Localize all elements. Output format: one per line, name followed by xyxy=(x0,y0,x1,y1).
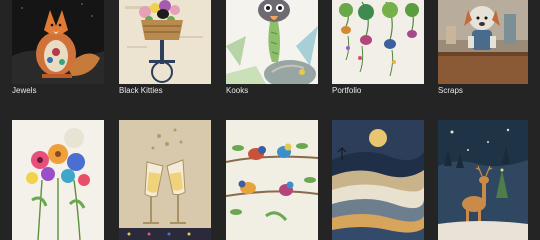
collection-card-portfolio[interactable]: Portfolio xyxy=(332,0,424,96)
collection-title[interactable]: Kooks xyxy=(226,86,248,96)
collection-card-jewels[interactable]: Jewels xyxy=(12,0,104,96)
bicycle-basket-artwork-thumbnail[interactable] xyxy=(119,0,211,84)
collection-card-kooks[interactable]: Kooks xyxy=(226,0,318,96)
collection-card-row2-1[interactable] xyxy=(12,120,104,240)
dog-figure-artwork-thumbnail[interactable] xyxy=(438,0,528,84)
ostrich-artwork-thumbnail[interactable] xyxy=(226,0,318,84)
collection-title[interactable]: Black Kitties xyxy=(119,86,163,96)
birds-on-branches-artwork-thumbnail[interactable] xyxy=(226,120,318,240)
flower-bouquet-artwork-thumbnail[interactable] xyxy=(12,120,104,240)
collection-card-row2-3[interactable] xyxy=(226,120,318,240)
night-deer-artwork-thumbnail[interactable] xyxy=(438,120,528,240)
champagne-glasses-artwork-thumbnail[interactable] xyxy=(119,120,211,240)
collection-title[interactable]: Scraps xyxy=(438,86,463,96)
collection-card-row2-2[interactable] xyxy=(119,120,211,240)
collection-title[interactable]: Jewels xyxy=(12,86,36,96)
moonlit-hills-artwork-thumbnail[interactable] xyxy=(332,120,424,240)
collection-card-row2-4[interactable] xyxy=(332,120,424,240)
collection-title[interactable]: Portfolio xyxy=(332,86,361,96)
collection-card-black-kitties[interactable]: Black Kitties xyxy=(119,0,211,96)
collection-card-row2-5[interactable] xyxy=(438,120,528,240)
hanging-plants-artwork-thumbnail[interactable] xyxy=(332,0,424,84)
collection-card-scraps[interactable]: Scraps xyxy=(438,0,528,96)
fox-artwork-thumbnail[interactable] xyxy=(12,0,104,84)
collections-gallery: Jewels Black Kitties Kooks Portfolio Scr… xyxy=(0,0,540,240)
